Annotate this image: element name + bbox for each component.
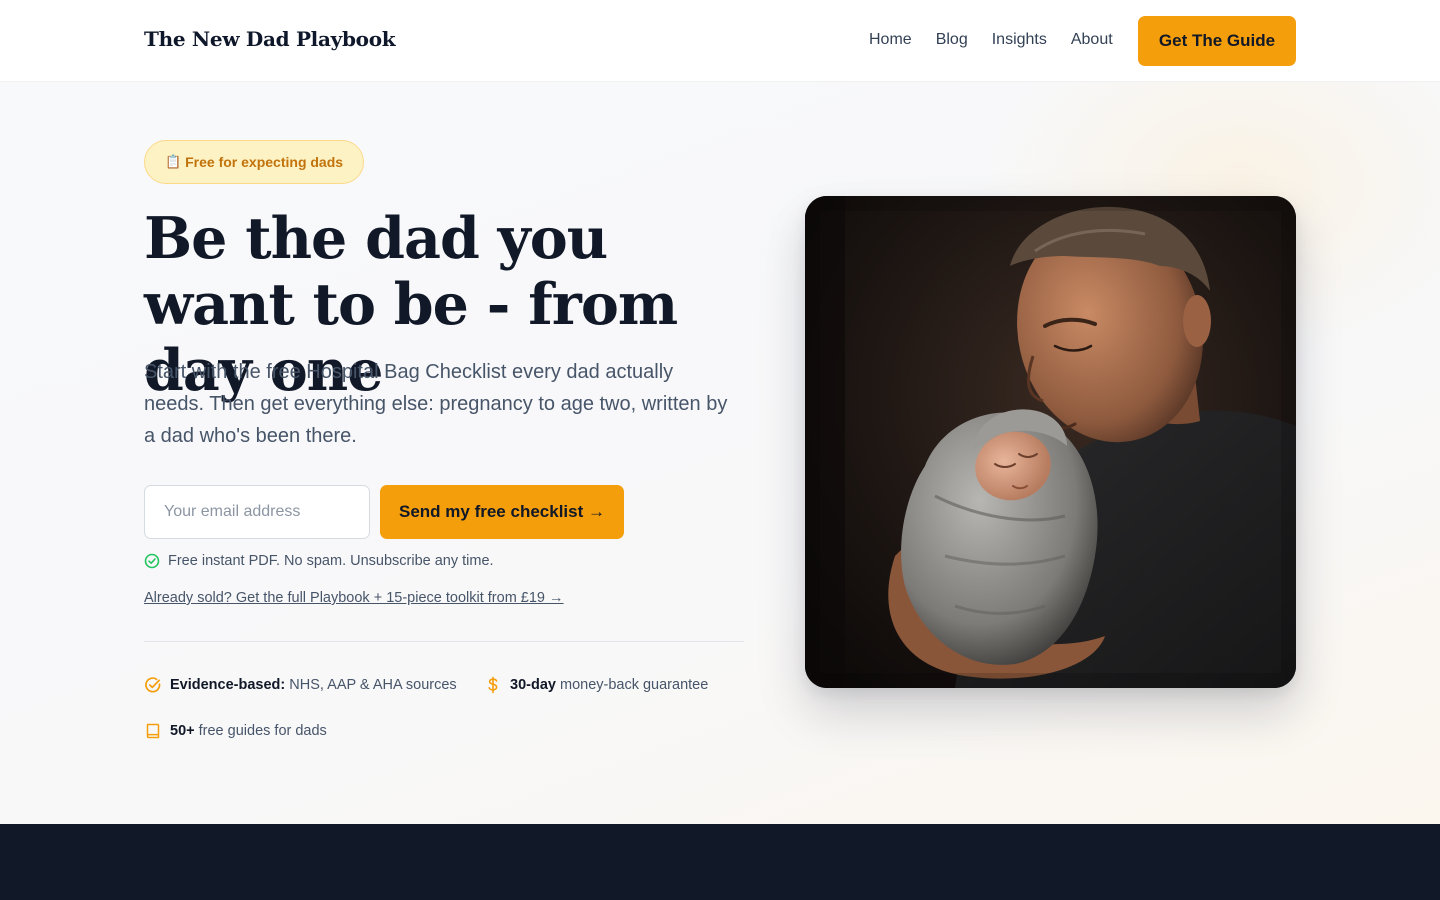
check-circle-icon bbox=[144, 553, 160, 569]
badge-label: Free for expecting dads bbox=[185, 154, 344, 170]
trust-text: free guides for dads bbox=[198, 723, 327, 739]
nav-link-about[interactable]: About bbox=[1071, 31, 1113, 49]
trust-text: money-back guarantee bbox=[559, 677, 709, 693]
trust-item-guarantee: 30-day money-back guarantee bbox=[484, 676, 708, 694]
check-circle-icon bbox=[145, 677, 161, 693]
nav-links: Home Blog Insights About bbox=[869, 31, 1113, 49]
clipboard-icon: 📋 bbox=[164, 154, 182, 169]
free-badge: 📋 Free for expecting dads bbox=[144, 140, 364, 184]
nav-link-blog[interactable]: Blog bbox=[936, 31, 968, 49]
hero-subcopy: Start with the free Hospital Bag Checkli… bbox=[144, 361, 728, 447]
book-icon bbox=[146, 723, 160, 739]
trust-item-guides: 50+ free guides for dads bbox=[144, 722, 327, 740]
brand-logo[interactable]: The New Dad Playbook bbox=[144, 27, 396, 51]
form-note-text: Free instant PDF. No spam. Unsubscribe a… bbox=[168, 553, 494, 569]
send-checklist-button[interactable]: Send my free checklist → bbox=[380, 485, 624, 539]
get-guide-button[interactable]: Get The Guide bbox=[1138, 16, 1296, 66]
form-note: Free instant PDF. No spam. Unsubscribe a… bbox=[144, 553, 494, 569]
dollar-icon bbox=[488, 676, 498, 694]
trust-strong: 30-day bbox=[510, 677, 556, 693]
upsell-link[interactable]: Already sold? Get the full Playbook + 15… bbox=[144, 590, 564, 606]
divider bbox=[144, 641, 744, 642]
trust-strong: 50+ bbox=[170, 723, 195, 739]
nav-link-insights[interactable]: Insights bbox=[992, 31, 1047, 49]
hero-photo bbox=[805, 196, 1296, 688]
trust-text: NHS, AAP & AHA sources bbox=[289, 677, 457, 693]
top-nav: The New Dad Playbook Home Blog Insights … bbox=[0, 0, 1440, 82]
hero-section: 📋 Free for expecting dads Be the dad you… bbox=[0, 82, 1440, 824]
trust-strong: Evidence-based: bbox=[170, 677, 286, 693]
nav-link-home[interactable]: Home bbox=[869, 31, 912, 49]
dad-holding-newborn-image bbox=[805, 196, 1296, 688]
trust-item-evidence: Evidence-based: NHS, AAP & AHA sources bbox=[144, 676, 457, 694]
dark-section bbox=[0, 824, 1440, 900]
email-input[interactable] bbox=[144, 485, 370, 539]
